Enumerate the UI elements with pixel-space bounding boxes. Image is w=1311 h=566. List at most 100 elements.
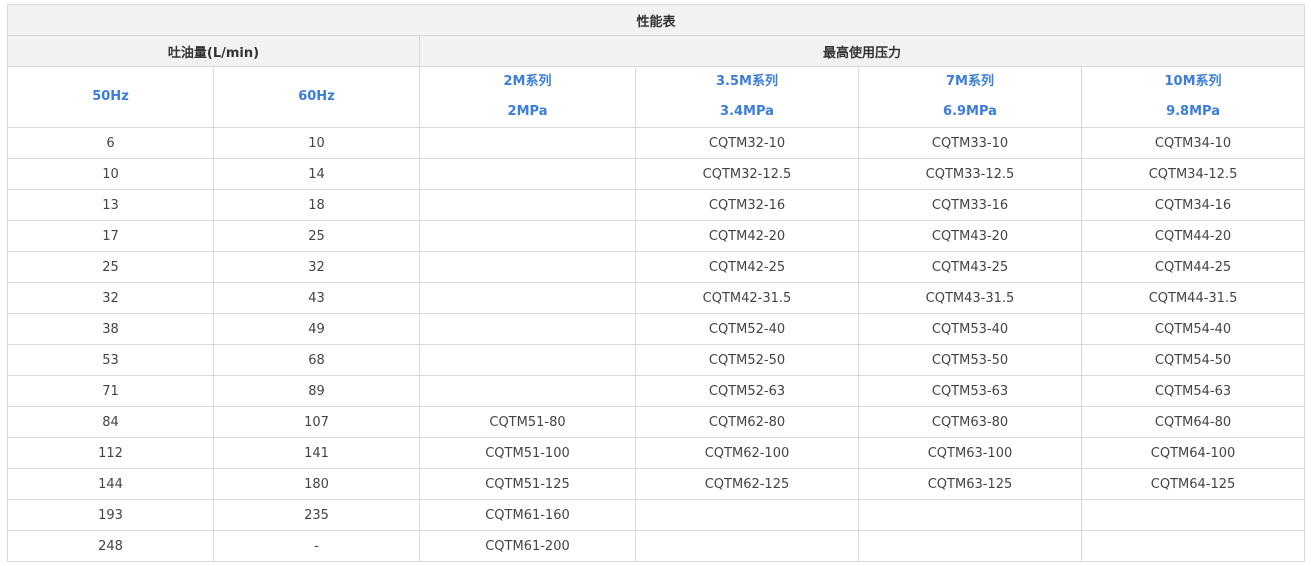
- model-3-5m-cell: CQTM42-25: [635, 251, 859, 283]
- flow-60hz-cell: 14: [213, 158, 420, 190]
- model-3-5m-cell: CQTM42-31.5: [635, 282, 859, 314]
- model-10m-cell: CQTM54-50: [1080, 344, 1306, 376]
- model-10m-cell: CQTM64-125: [1080, 468, 1306, 500]
- table-row: 25 32 CQTM42-25 CQTM43-25 CQTM44-25: [7, 251, 1306, 283]
- table-title-row: 性能表: [6, 4, 1306, 36]
- model-10m-cell: CQTM64-100: [1080, 437, 1306, 469]
- header-10m-series-pressure: 9.8MPa: [1166, 104, 1220, 119]
- table-row: 13 18 CQTM32-16 CQTM33-16 CQTM34-16: [7, 189, 1306, 221]
- header-2m-series-name: 2M系列: [503, 74, 552, 89]
- model-7m-cell: CQTM33-12.5: [858, 158, 1082, 190]
- flow-60hz-cell: 235: [213, 499, 420, 531]
- performance-table: 性能表 吐油量(L/min) 最高使用压力 50Hz 60Hz 2M系列 2MP…: [6, 4, 1306, 562]
- model-2m-cell: CQTM51-125: [419, 468, 636, 500]
- table-row: 193 235 CQTM61-160: [7, 499, 1306, 531]
- flow-60hz-cell: 107: [213, 406, 420, 438]
- model-2m-cell: [419, 158, 636, 190]
- flow-50hz-cell: 10: [7, 158, 214, 190]
- flow-60hz-cell: 180: [213, 468, 420, 500]
- model-2m-cell: CQTM51-80: [419, 406, 636, 438]
- flow-50hz-cell: 53: [7, 344, 214, 376]
- flow-60hz-cell: 32: [213, 251, 420, 283]
- table-row: 17 25 CQTM42-20 CQTM43-20 CQTM44-20: [7, 220, 1306, 252]
- model-7m-cell: CQTM63-100: [858, 437, 1082, 469]
- model-2m-cell: [419, 282, 636, 314]
- header-2m-series: 2M系列 2MPa: [419, 66, 636, 128]
- column-header-row: 50Hz 60Hz 2M系列 2MPa 3.5M系列 3.4MPa 7M系列 6…: [7, 66, 1306, 128]
- model-10m-cell: [1080, 499, 1306, 531]
- table-row: 248- CQTM61-200: [7, 530, 1306, 562]
- flow-50hz-cell: 144: [7, 468, 214, 500]
- model-7m-cell: CQTM53-40: [858, 313, 1082, 345]
- model-3-5m-cell: [635, 499, 859, 531]
- flow-50hz-cell: 17: [7, 220, 214, 252]
- model-3-5m-cell: CQTM42-20: [635, 220, 859, 252]
- model-2m-cell: [419, 344, 636, 376]
- model-10m-cell: CQTM34-10: [1080, 127, 1306, 159]
- model-2m-cell: [419, 313, 636, 345]
- flow-50hz-cell: 71: [7, 375, 214, 407]
- model-7m-cell: CQTM33-16: [858, 189, 1082, 221]
- model-7m-cell: CQTM33-10: [858, 127, 1082, 159]
- flow-50hz-cell: 112: [7, 437, 214, 469]
- model-10m-cell: [1080, 530, 1306, 562]
- flow-60hz-cell: 43: [213, 282, 420, 314]
- model-2m-cell: [419, 189, 636, 221]
- model-2m-cell: [419, 127, 636, 159]
- model-3-5m-cell: CQTM62-100: [635, 437, 859, 469]
- model-7m-cell: CQTM63-80: [858, 406, 1082, 438]
- header-7m-series-name: 7M系列: [946, 74, 994, 89]
- flow-50hz-cell: 25: [7, 251, 214, 283]
- model-2m-cell: CQTM51-100: [419, 437, 636, 469]
- model-10m-cell: CQTM64-80: [1080, 406, 1306, 438]
- table-row: 32 43 CQTM42-31.5 CQTM43-31.5 CQTM44-31.5: [7, 282, 1306, 314]
- flow-60hz-cell: 89: [213, 375, 420, 407]
- table-row: 38 49 CQTM52-40 CQTM53-40 CQTM54-40: [7, 313, 1306, 345]
- model-10m-cell: CQTM54-40: [1080, 313, 1306, 345]
- table-row: 71 89 CQTM52-63 CQTM53-63 CQTM54-63: [7, 375, 1306, 407]
- model-10m-cell: CQTM44-31.5: [1080, 282, 1306, 314]
- flow-60hz-cell: 68: [213, 344, 420, 376]
- model-7m-cell: CQTM53-50: [858, 344, 1082, 376]
- model-2m-cell: CQTM61-160: [419, 499, 636, 531]
- model-7m-cell: [858, 530, 1082, 562]
- model-3-5m-cell: CQTM32-12.5: [635, 158, 859, 190]
- model-3-5m-cell: CQTM32-10: [635, 127, 859, 159]
- model-3-5m-cell: CQTM52-63: [635, 375, 859, 407]
- flow-group-header: 吐油量(L/min): [7, 35, 420, 67]
- model-7m-cell: CQTM43-31.5: [858, 282, 1082, 314]
- flow-50hz-cell: 32: [7, 282, 214, 314]
- header-60hz: 60Hz: [213, 66, 420, 128]
- table-row: 53 68 CQTM52-50 CQTM53-50 CQTM54-50: [7, 344, 1306, 376]
- model-2m-cell: [419, 220, 636, 252]
- flow-60hz-cell: -: [213, 530, 420, 562]
- table-row: 84 107 CQTM51-80 CQTM62-80 CQTM63-80 CQTM64-8…: [7, 406, 1306, 438]
- model-10m-cell: CQTM34-12.5: [1080, 158, 1306, 190]
- flow-50hz-cell: 84: [7, 406, 214, 438]
- table-row: 144 180 CQTM51-125 CQTM62-125 CQTM63-125 CQTM…: [7, 468, 1306, 500]
- header-3-5m-series-name: 3.5M系列: [716, 74, 778, 89]
- model-3-5m-cell: CQTM62-80: [635, 406, 859, 438]
- table-row: 112 141 CQTM51-100 CQTM62-100 CQTM63-100 CQTM…: [7, 437, 1306, 469]
- table-title: 性能表: [6, 4, 1306, 36]
- header-7m-series-pressure: 6.9MPa: [943, 104, 997, 119]
- header-7m-series: 7M系列 6.9MPa: [858, 66, 1082, 128]
- flow-60hz-cell: 10: [213, 127, 420, 159]
- model-3-5m-cell: CQTM32-16: [635, 189, 859, 221]
- flow-60hz-cell: 25: [213, 220, 420, 252]
- header-10m-series-name: 10M系列: [1164, 74, 1222, 89]
- model-7m-cell: CQTM63-125: [858, 468, 1082, 500]
- pressure-group-header: 最高使用压力: [418, 35, 1306, 67]
- table-row: 10 14 CQTM32-12.5 CQTM33-12.5 CQTM34-12.5: [7, 158, 1306, 190]
- model-2m-cell: CQTM61-200: [419, 530, 636, 562]
- header-10m-series: 10M系列 9.8MPa: [1080, 66, 1306, 128]
- model-2m-cell: [419, 375, 636, 407]
- flow-60hz-cell: 18: [213, 189, 420, 221]
- model-10m-cell: CQTM44-20: [1080, 220, 1306, 252]
- model-10m-cell: CQTM34-16: [1080, 189, 1306, 221]
- flow-50hz-cell: 38: [7, 313, 214, 345]
- header-3-5m-series-pressure: 3.4MPa: [720, 104, 774, 119]
- model-10m-cell: CQTM54-63: [1080, 375, 1306, 407]
- model-7m-cell: CQTM43-20: [858, 220, 1082, 252]
- flow-50hz-cell: 248: [7, 530, 214, 562]
